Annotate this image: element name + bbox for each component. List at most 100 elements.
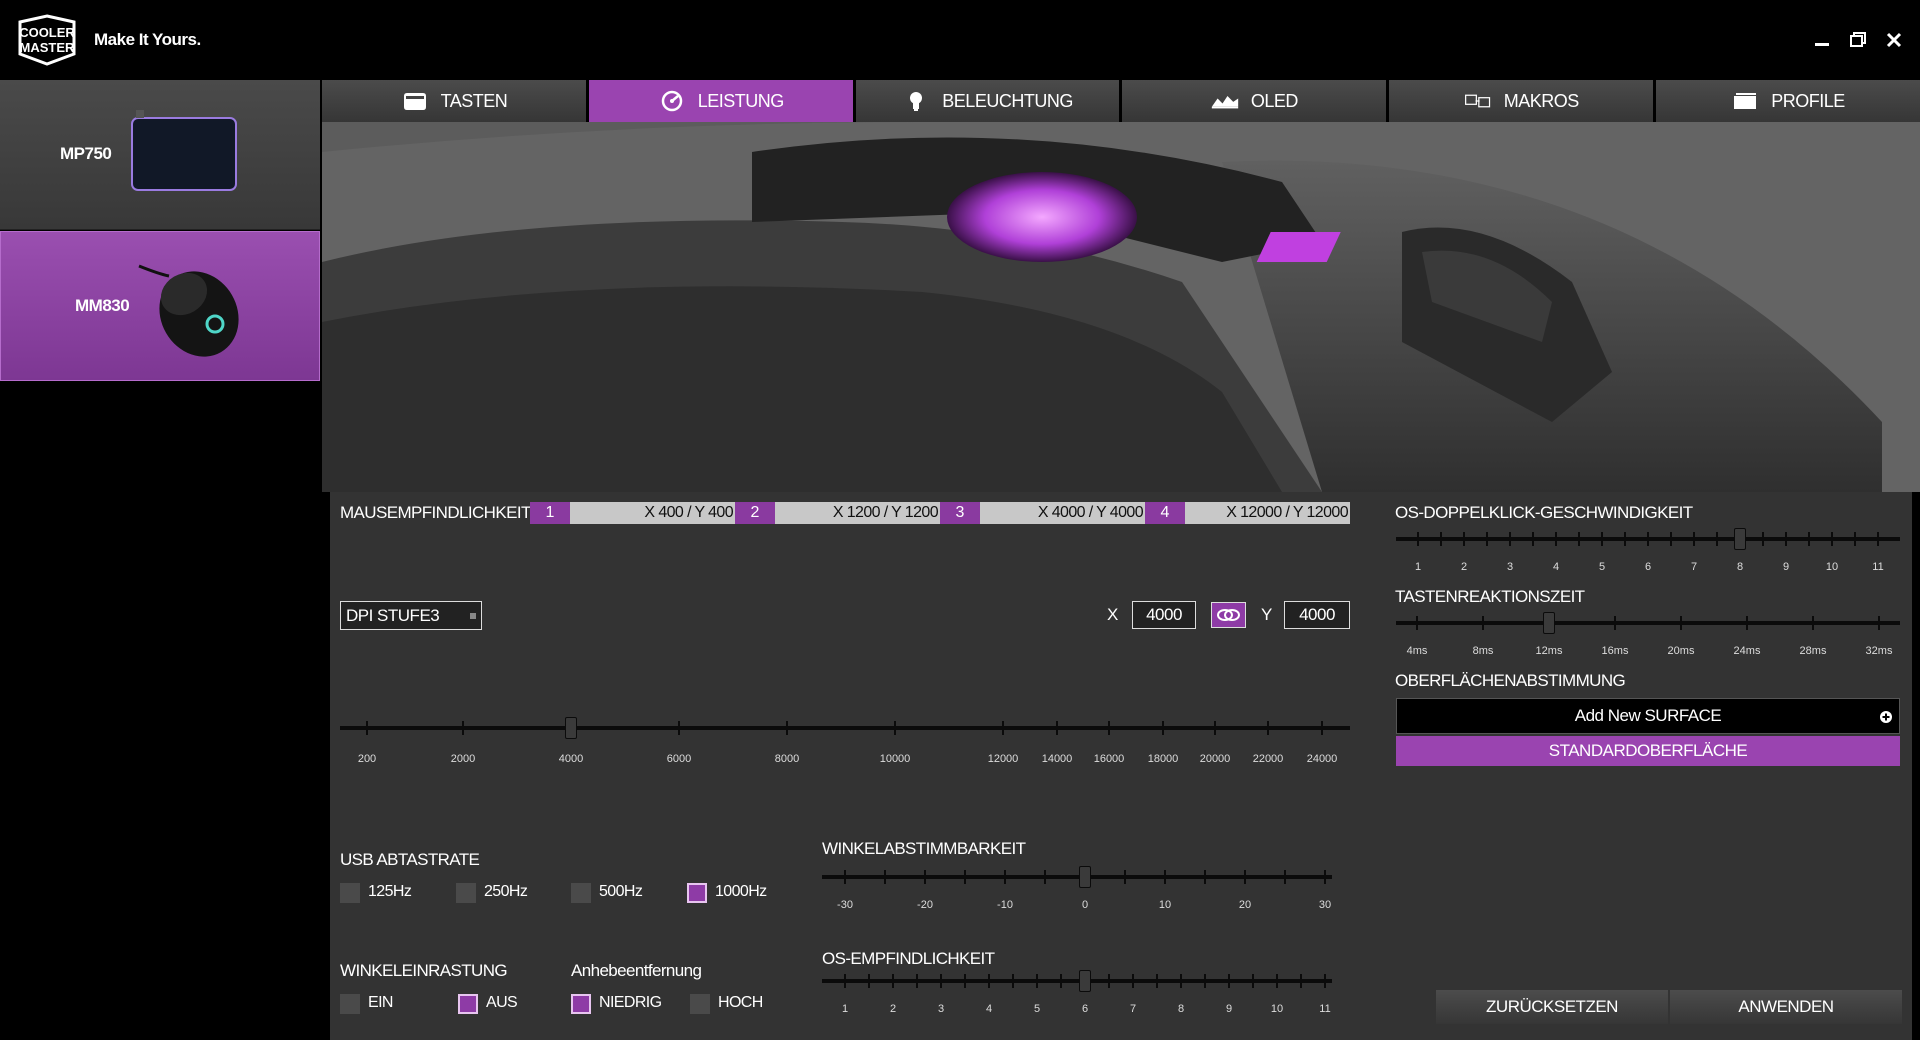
angle-tick xyxy=(924,870,926,884)
os-sensitivity-track[interactable] xyxy=(822,979,1332,983)
angle-tick xyxy=(884,870,886,884)
lift-off-checkbox[interactable] xyxy=(690,994,710,1014)
double-click-tick xyxy=(1624,532,1626,546)
double-click-thumb[interactable] xyxy=(1734,528,1746,550)
os-sensitivity-tick-label: 1 xyxy=(841,1003,849,1015)
dpi-stage-2-value: X 1200 / Y 1200 xyxy=(832,504,939,521)
apply-button[interactable]: ANWENDEN xyxy=(1670,990,1902,1024)
link-xy-button[interactable] xyxy=(1211,602,1246,628)
tab-beleuchtung[interactable]: BELEUCHTUNG xyxy=(855,80,1120,122)
svg-text:MASTER: MASTER xyxy=(20,40,76,55)
app-tagline: Make It Yours. xyxy=(94,30,201,49)
response-time-track[interactable] xyxy=(1396,621,1900,625)
angle-snap-checkbox[interactable] xyxy=(458,994,478,1014)
usb-rate-checkbox[interactable] xyxy=(687,883,707,903)
os-sensitivity-thumb[interactable] xyxy=(1079,970,1091,992)
dpi-track[interactable] xyxy=(340,726,1350,730)
tab-makros[interactable]: MAKROS xyxy=(1389,80,1654,122)
tab-label: LEISTUNG xyxy=(697,90,785,111)
angle-tick xyxy=(1244,870,1246,884)
cooler-master-logo: COOLER MASTER xyxy=(18,14,76,66)
tab-tasten[interactable]: TASTEN xyxy=(322,80,586,122)
os-sensitivity-tick xyxy=(1012,974,1014,988)
close-icon[interactable] xyxy=(1884,30,1904,50)
os-sensitivity-tick xyxy=(1156,974,1158,988)
dpi-tick-label: 12000 xyxy=(987,753,1019,765)
dpi-stage-4-number[interactable]: 4 xyxy=(1145,502,1185,524)
angle-tick xyxy=(1004,870,1006,884)
angle-snap-option-label: AUS xyxy=(486,994,518,1011)
dpi-thumb[interactable] xyxy=(565,717,577,739)
dpi-stage-1-number[interactable]: 1 xyxy=(530,502,570,524)
device-item-mp750[interactable]: MP750 xyxy=(0,80,320,230)
lift-off-checkbox[interactable] xyxy=(571,994,591,1014)
usb-rate-checkbox[interactable] xyxy=(456,883,476,903)
minimize-icon[interactable] xyxy=(1812,30,1832,50)
response-time-tick-label: 28ms xyxy=(1799,645,1827,657)
angle-tick xyxy=(1324,870,1326,884)
dpi-stage-select-value: DPI STUFE3 xyxy=(346,605,440,625)
usb-rate-checkbox[interactable] xyxy=(340,883,360,903)
response-time-tick-label: 32ms xyxy=(1865,645,1893,657)
tab-oled[interactable]: OLED xyxy=(1122,80,1387,122)
os-sensitivity-title: OS-EMPFINDLICHKEIT xyxy=(822,949,995,968)
tab-profile[interactable]: PROFILE xyxy=(1656,80,1920,122)
tab-leistung[interactable]: LEISTUNG xyxy=(588,80,853,122)
device-sidebar: MP750 MM830 xyxy=(0,80,320,1040)
mouse-image xyxy=(138,264,239,357)
dropdown-icon xyxy=(470,613,476,619)
dpi-stage-2-number[interactable]: 2 xyxy=(735,502,775,524)
dpi-stage-4-value: X 12000 / Y 12000 xyxy=(1226,504,1348,521)
device-label: MP750 xyxy=(60,144,112,163)
dpi-tick xyxy=(894,721,896,735)
dpi-tick-label: 16000 xyxy=(1093,753,1125,765)
angle-snap-title: WINKELEINRASTUNG xyxy=(340,961,508,980)
y-dpi-input[interactable]: 4000 xyxy=(1284,601,1350,629)
angle-thumb[interactable] xyxy=(1079,866,1091,888)
os-sensitivity-tick xyxy=(988,974,990,988)
angle-snap-checkbox[interactable] xyxy=(340,994,360,1014)
angle-tick xyxy=(1124,870,1126,884)
response-time-tick-label: 16ms xyxy=(1601,645,1629,657)
dpi-tick xyxy=(1321,721,1323,735)
response-time-title: TASTENREAKTIONSZEIT xyxy=(1395,587,1585,606)
angle-tick-label: 20 xyxy=(1238,899,1252,911)
mousepad-image xyxy=(131,110,237,191)
dpi-tick xyxy=(1267,721,1269,735)
x-label: X xyxy=(1107,605,1118,624)
double-click-tick xyxy=(1693,532,1695,546)
dpi-stage-3-number[interactable]: 3 xyxy=(940,502,980,524)
restore-icon[interactable] xyxy=(1848,30,1868,50)
angle-tick xyxy=(1204,870,1206,884)
angle-track[interactable] xyxy=(822,875,1332,879)
tab-label: MAKROS xyxy=(1503,90,1580,111)
usb-rate-checkbox[interactable] xyxy=(571,883,591,903)
device-item-mm830[interactable]: MM830 xyxy=(0,231,320,381)
title-bar: COOLER MASTER Make It Yours. xyxy=(0,0,1920,80)
usb-rate-option-label: 500Hz xyxy=(599,883,643,900)
dpi-stage-select[interactable]: DPI STUFE3 xyxy=(340,601,482,630)
mouse-hero-image xyxy=(322,122,1920,492)
surface-tuning-title: OBERFLÄCHENABSTIMMUNG xyxy=(1395,671,1626,690)
dpi-tick-label: 24000 xyxy=(1306,753,1338,765)
os-sensitivity-tick xyxy=(1132,974,1134,988)
double-click-tick xyxy=(1601,532,1603,546)
x-dpi-input[interactable]: 4000 xyxy=(1132,601,1196,629)
usb-rate-option-label: 1000Hz xyxy=(715,883,767,900)
os-sensitivity-tick xyxy=(844,974,846,988)
sensitivity-title: MAUSEMPFINDLICHKEIT xyxy=(340,503,531,522)
device-label: MM830 xyxy=(75,296,130,315)
double-click-tick xyxy=(1417,532,1419,546)
double-click-tick xyxy=(1808,532,1810,546)
y-label: Y xyxy=(1261,605,1272,624)
standard-surface-item[interactable]: STANDARDOBERFLÄCHE xyxy=(1396,736,1900,766)
reset-button[interactable]: ZURÜCKSETZEN xyxy=(1436,990,1668,1024)
dpi-stage-3-value: X 4000 / Y 4000 xyxy=(1037,504,1144,521)
os-sensitivity-tick xyxy=(916,974,918,988)
angle-tick xyxy=(1164,870,1166,884)
add-surface-button[interactable]: Add New SURFACE xyxy=(1396,698,1900,734)
dpi-tick-label: 22000 xyxy=(1252,753,1284,765)
response-time-thumb[interactable] xyxy=(1543,612,1555,634)
os-sensitivity-tick xyxy=(1228,974,1230,988)
angle-tick xyxy=(844,870,846,884)
